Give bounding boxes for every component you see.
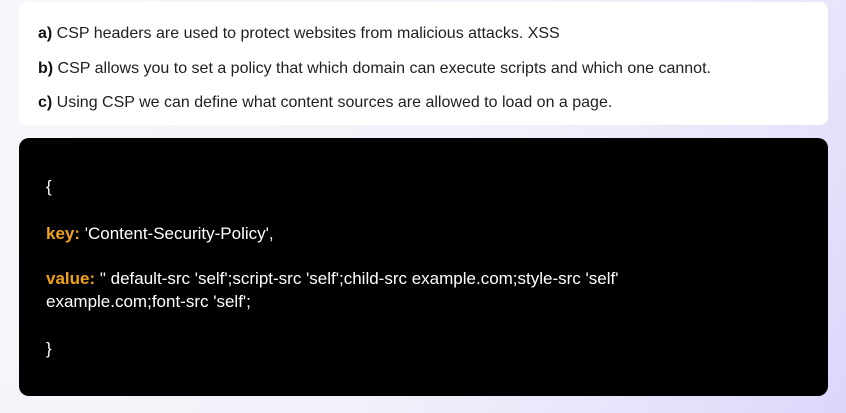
list-item-text: CSP headers are used to protect websites… [52,25,560,42]
list-item-text: CSP allows you to set a policy that whic… [53,60,711,77]
code-key-value: 'Content-Security-Policy', [80,224,274,243]
code-close-brace: } [46,339,52,358]
code-value-text: " default-src 'self';script-src 'self';c… [95,269,619,288]
list-item-marker: c) [38,94,53,111]
code-key-label: key: [46,224,81,243]
code-block: { key: 'Content-Security-Policy', value:… [19,138,828,396]
list-item: a) CSP headers are used to protect websi… [38,24,560,44]
list-item: c) Using CSP we can define what content … [38,93,612,113]
code-key-line: key: 'Content-Security-Policy', [46,223,274,245]
code-value-label: value: [46,269,96,288]
list-item-marker: a) [38,25,53,42]
list-item: b) CSP allows you to set a policy that w… [38,59,711,79]
code-value-continuation: example.com;font-src 'self'; [46,292,251,311]
explanation-card: a) CSP headers are used to protect websi… [19,2,828,125]
code-open-brace: { [46,177,52,196]
code-value-line: value: " default-src 'self';script-src '… [46,268,618,290]
list-item-marker: b) [38,60,54,77]
list-item-text: Using CSP we can define what content sou… [52,94,613,111]
